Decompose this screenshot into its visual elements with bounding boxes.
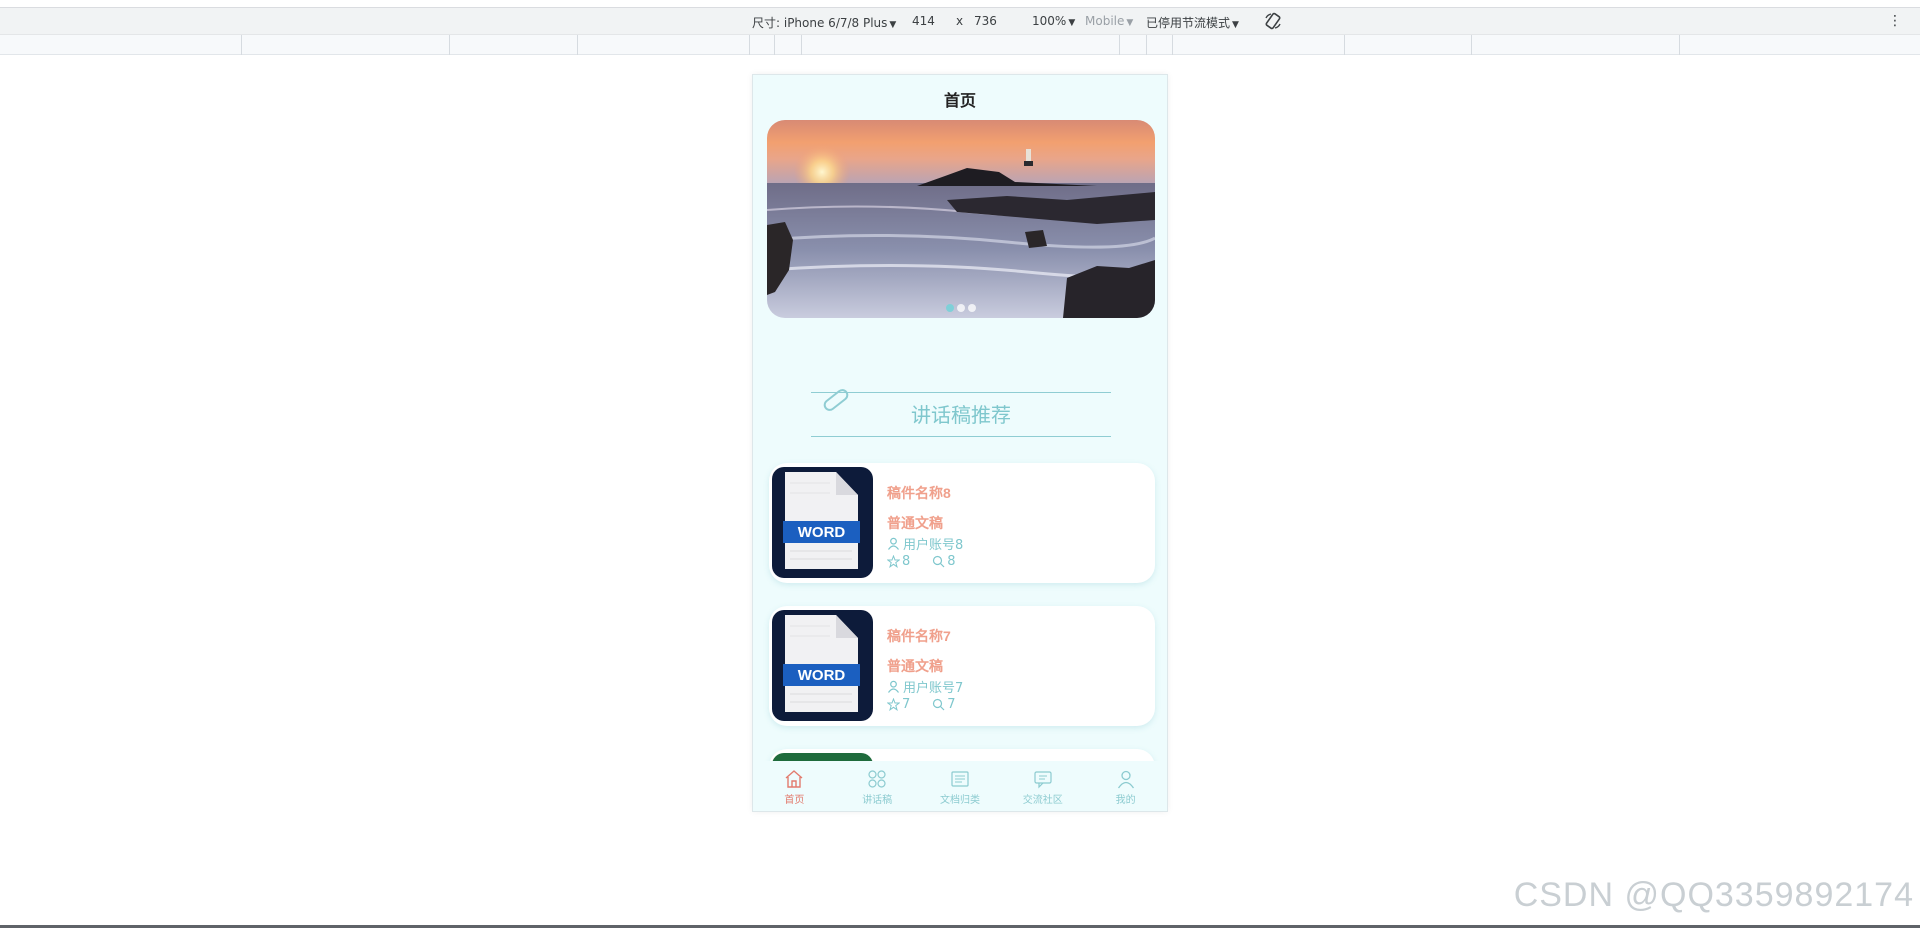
tab-label: 交流社区	[1022, 795, 1063, 806]
card-title: 稿件名称8	[887, 485, 951, 501]
caret-down-icon: ▼	[1126, 18, 1134, 28]
tab-mine[interactable]: 我的	[1084, 769, 1167, 806]
caret-down-icon: ▼	[889, 20, 897, 30]
user-icon	[888, 537, 899, 550]
tab-doc-category[interactable]: 文档归类	[919, 769, 1002, 806]
device-toolbar: 尺寸: iPhone 6/7/8 Plus ▼ 414 x 736 100% ▼ M…	[0, 7, 1920, 35]
banner-carousel[interactable]	[767, 120, 1155, 318]
tab-label: 我的	[1115, 795, 1136, 806]
throttle-select[interactable]: 已停用节流模式 ▼	[1146, 14, 1239, 31]
bottom-tabbar: 首页 讲话稿 文档归类 交流社区 我的	[753, 761, 1167, 811]
banner-image	[767, 120, 1155, 318]
tab-label: 文档归类	[939, 795, 980, 806]
search-icon	[933, 698, 945, 711]
page-title: 首页	[943, 93, 976, 110]
card-user: 用户账号8	[887, 534, 963, 553]
card-stats: 8 8	[887, 554, 956, 569]
device-label: 尺寸: iPhone 6/7/8 Plus	[752, 16, 888, 30]
card-user: 用户账号7	[887, 677, 963, 696]
device-select[interactable]: 尺寸: iPhone 6/7/8 Plus ▼	[752, 14, 896, 31]
stars-stat: 8	[887, 554, 910, 569]
tab-community[interactable]: 交流社区	[1001, 769, 1084, 806]
document-card[interactable]: WORD 稿件名称7 普通文稿 用户账号7 7 7	[769, 606, 1155, 726]
stars-count: 8	[902, 554, 911, 569]
user-account: 用户账号7	[903, 681, 964, 696]
more-menu-icon[interactable]: ⋮	[1888, 12, 1902, 30]
mobile-viewport: 首页 讲话稿推荐 WORD 稿件名称8 普通文稿 用户账号8 8 8 WORD …	[752, 74, 1168, 812]
views-count: 8	[947, 554, 956, 569]
tab-speech[interactable]: 讲话稿	[836, 769, 919, 806]
search-icon	[933, 555, 945, 568]
word-file-thumbnail: WORD	[772, 610, 873, 721]
width-field[interactable]: 414	[912, 14, 935, 28]
height-field[interactable]: 736	[974, 14, 997, 28]
stars-count: 7	[902, 697, 911, 712]
caret-down-icon: ▼	[1232, 20, 1239, 30]
tab-label: 首页	[784, 795, 805, 806]
zoom-label: 100%	[1032, 14, 1067, 28]
mode-select[interactable]: Mobile ▼	[1085, 14, 1133, 28]
views-count: 7	[947, 697, 956, 712]
user-icon	[888, 680, 899, 693]
thumb-label: WORD	[798, 667, 846, 684]
caret-down-icon: ▼	[1068, 18, 1076, 28]
mode-label: Mobile	[1085, 14, 1125, 28]
stars-stat: 7	[887, 697, 910, 712]
home-icon	[785, 770, 803, 788]
media-query-ruler	[0, 35, 1920, 55]
watermark: CSDN @QQ3359892174	[1513, 876, 1914, 914]
tab-label: 讲话稿	[862, 795, 893, 806]
star-icon	[887, 555, 900, 568]
carousel-dot[interactable]	[957, 304, 965, 312]
divider	[811, 436, 1111, 437]
grid-icon	[868, 770, 886, 788]
card-stats: 7 7	[887, 697, 956, 712]
throttle-label: 已停用节流模式	[1146, 16, 1231, 30]
chat-icon	[1034, 771, 1052, 789]
carousel-dot[interactable]	[946, 304, 954, 312]
star-icon	[887, 698, 900, 711]
rotate-icon[interactable]	[1264, 12, 1282, 30]
document-card[interactable]: WORD 稿件名称8 普通文稿 用户账号8 8 8	[769, 463, 1155, 583]
carousel-dots	[767, 304, 1155, 312]
times-sign: x	[956, 14, 964, 28]
user-icon	[1117, 770, 1134, 789]
thumb-label: WORD	[798, 524, 846, 541]
views-stat: 8	[932, 554, 956, 569]
tab-home[interactable]: 首页	[753, 769, 836, 806]
section-title: 讲话稿推荐	[911, 405, 1011, 427]
user-account: 用户账号8	[903, 538, 964, 553]
divider	[811, 392, 1111, 393]
section-header: 讲话稿推荐	[811, 385, 1111, 437]
card-category: 普通文稿	[887, 515, 943, 531]
views-stat: 7	[932, 697, 956, 712]
carousel-dot[interactable]	[968, 304, 976, 312]
zoom-select[interactable]: 100% ▼	[1032, 14, 1075, 28]
card-category: 普通文稿	[887, 658, 943, 674]
card-title: 稿件名称7	[887, 628, 951, 644]
folder-icon	[951, 771, 969, 787]
word-file-thumbnail: WORD	[772, 467, 873, 578]
